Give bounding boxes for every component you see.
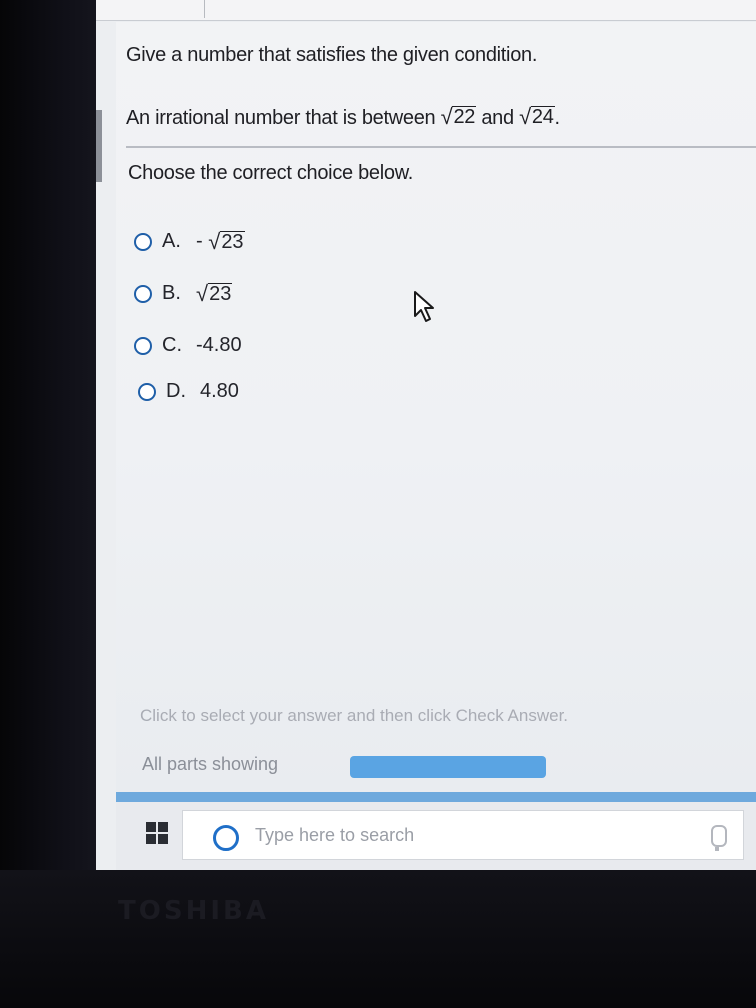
taskbar-search-box[interactable]: Type here to search xyxy=(182,810,744,860)
radio-button[interactable] xyxy=(134,284,152,303)
laptop-bezel-bottom xyxy=(0,870,756,1008)
divider xyxy=(126,146,756,148)
question-panel: Give a number that satisfies the given c… xyxy=(116,22,756,792)
choice-sign: - xyxy=(196,230,203,252)
scroll-indicator[interactable] xyxy=(96,110,102,182)
radio-button[interactable] xyxy=(134,232,152,251)
choice-value: 4.80 xyxy=(200,380,239,402)
choice-sqrt: √ 23 xyxy=(196,280,233,306)
choice-c[interactable]: C. -4.80 xyxy=(134,334,242,357)
parts-progress-bar xyxy=(350,756,546,778)
radical-sign-icon: √ xyxy=(208,228,221,254)
strip-divider xyxy=(204,0,205,18)
choice-radicand: 23 xyxy=(220,230,245,253)
question-text-prefix: An irrational number that is between xyxy=(126,107,436,129)
radical-sign-icon: √ xyxy=(440,104,453,129)
microphone-icon[interactable] xyxy=(711,825,727,851)
upper-radicand: 24 xyxy=(530,106,555,128)
parts-showing-label: All parts showing xyxy=(142,754,279,774)
choice-radicand: 23 xyxy=(208,282,233,305)
question-text: An irrational number that is between √ 22… xyxy=(126,106,560,130)
choice-b[interactable]: B. √ 23 xyxy=(134,280,233,306)
screen: Give a number that satisfies the given c… xyxy=(96,0,756,870)
window-bottom-strip xyxy=(116,792,756,802)
radio-button[interactable] xyxy=(134,336,152,355)
radio-button[interactable] xyxy=(138,382,156,401)
choice-d[interactable]: D. 4.80 xyxy=(138,380,239,403)
brand-logo: TOSHIBA xyxy=(118,896,269,926)
choice-label: D. xyxy=(166,380,186,402)
choice-label: B. xyxy=(162,282,181,304)
choice-sqrt: √ 23 xyxy=(208,228,245,254)
sqrt-upper: √ 24 xyxy=(519,104,555,129)
choice-label: C. xyxy=(162,334,182,356)
choice-value: -4.80 xyxy=(196,334,242,356)
top-strip xyxy=(96,0,756,21)
lower-radicand: 22 xyxy=(452,106,477,128)
instruction-hint: Click to select your answer and then cli… xyxy=(140,706,569,725)
choice-label: A. xyxy=(162,230,181,252)
mouse-pointer-icon xyxy=(414,291,434,322)
search-placeholder: Type here to search xyxy=(255,825,415,845)
sqrt-lower: √ 22 xyxy=(440,104,477,129)
question-conjunction: and xyxy=(481,107,514,129)
cortana-icon[interactable] xyxy=(213,825,239,851)
radical-sign-icon: √ xyxy=(519,104,531,129)
choice-a[interactable]: A. - √ 23 xyxy=(134,230,245,253)
question-text-suffix: . xyxy=(554,107,561,129)
taskbar: Type here to search xyxy=(116,802,756,870)
question-instruction: Give a number that satisfies the given c… xyxy=(126,44,538,66)
laptop-bezel-left xyxy=(0,0,110,880)
radical-sign-icon: √ xyxy=(196,280,209,306)
choose-prompt: Choose the correct choice below. xyxy=(128,162,414,184)
windows-start-icon[interactable] xyxy=(146,822,168,844)
